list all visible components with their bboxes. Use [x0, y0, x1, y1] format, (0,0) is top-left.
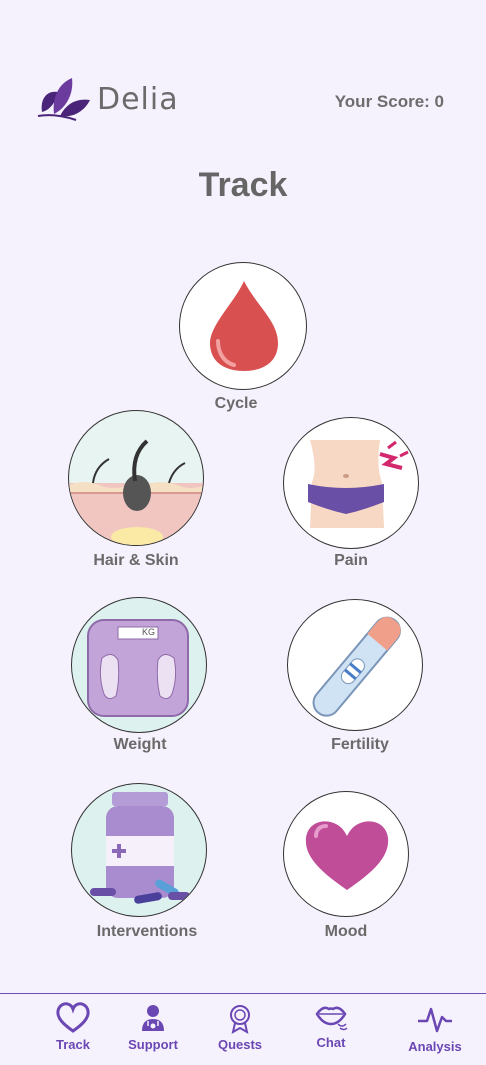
logo-text: Delia — [97, 82, 179, 117]
pulse-icon — [418, 1007, 452, 1033]
scale-icon — [87, 619, 189, 717]
cycle-button[interactable] — [179, 262, 307, 390]
nav-quests-label: Quests — [217, 1037, 263, 1052]
nav-support-label: Support — [128, 1037, 178, 1052]
badge-icon — [230, 1005, 250, 1034]
doctor-icon — [142, 1005, 164, 1031]
medication-icon — [90, 792, 190, 904]
fertility-label: Fertility — [331, 736, 389, 753]
nav-quests[interactable]: Quests — [200, 994, 280, 1064]
nav-analysis[interactable]: Analysis — [395, 994, 475, 1064]
pregnancy-test-icon — [312, 616, 401, 717]
interventions-button[interactable] — [71, 783, 207, 917]
nav-chat[interactable]: Chat — [291, 994, 371, 1064]
pain-button[interactable] — [283, 417, 419, 549]
hair-skin-label: Hair & Skin — [93, 552, 179, 569]
weight-label: Weight — [113, 736, 167, 753]
nav-track[interactable]: Track — [33, 994, 113, 1064]
mood-label: Mood — [324, 923, 368, 940]
pain-label: Pain — [334, 552, 368, 569]
heart-outline-icon — [56, 1002, 90, 1033]
blood-drop-icon — [210, 281, 278, 371]
mood-button[interactable] — [283, 791, 409, 917]
hair-skin-icon — [69, 439, 203, 545]
leaf-logo-icon — [37, 78, 90, 121]
nav-analysis-label: Analysis — [408, 1039, 462, 1054]
interventions-label: Interventions — [96, 923, 198, 940]
abdominal-pain-icon — [308, 440, 409, 528]
fertility-button[interactable] — [287, 599, 423, 731]
chat-lips-icon — [315, 1006, 348, 1031]
heart-icon — [305, 821, 389, 890]
scale-unit-label: KG — [142, 627, 156, 637]
nav-track-label: Track — [56, 1037, 90, 1052]
hair-skin-button[interactable] — [68, 410, 204, 546]
bottom-nav: Track Support Quests Chat Analysis — [0, 993, 486, 1065]
weight-button[interactable]: KG — [71, 597, 207, 733]
page-title: Track — [198, 166, 288, 204]
score-display: Your Score: 0 — [334, 92, 444, 111]
cycle-label: Cycle — [214, 395, 258, 412]
nav-chat-label: Chat — [316, 1035, 346, 1050]
nav-support[interactable]: Support — [113, 994, 193, 1064]
